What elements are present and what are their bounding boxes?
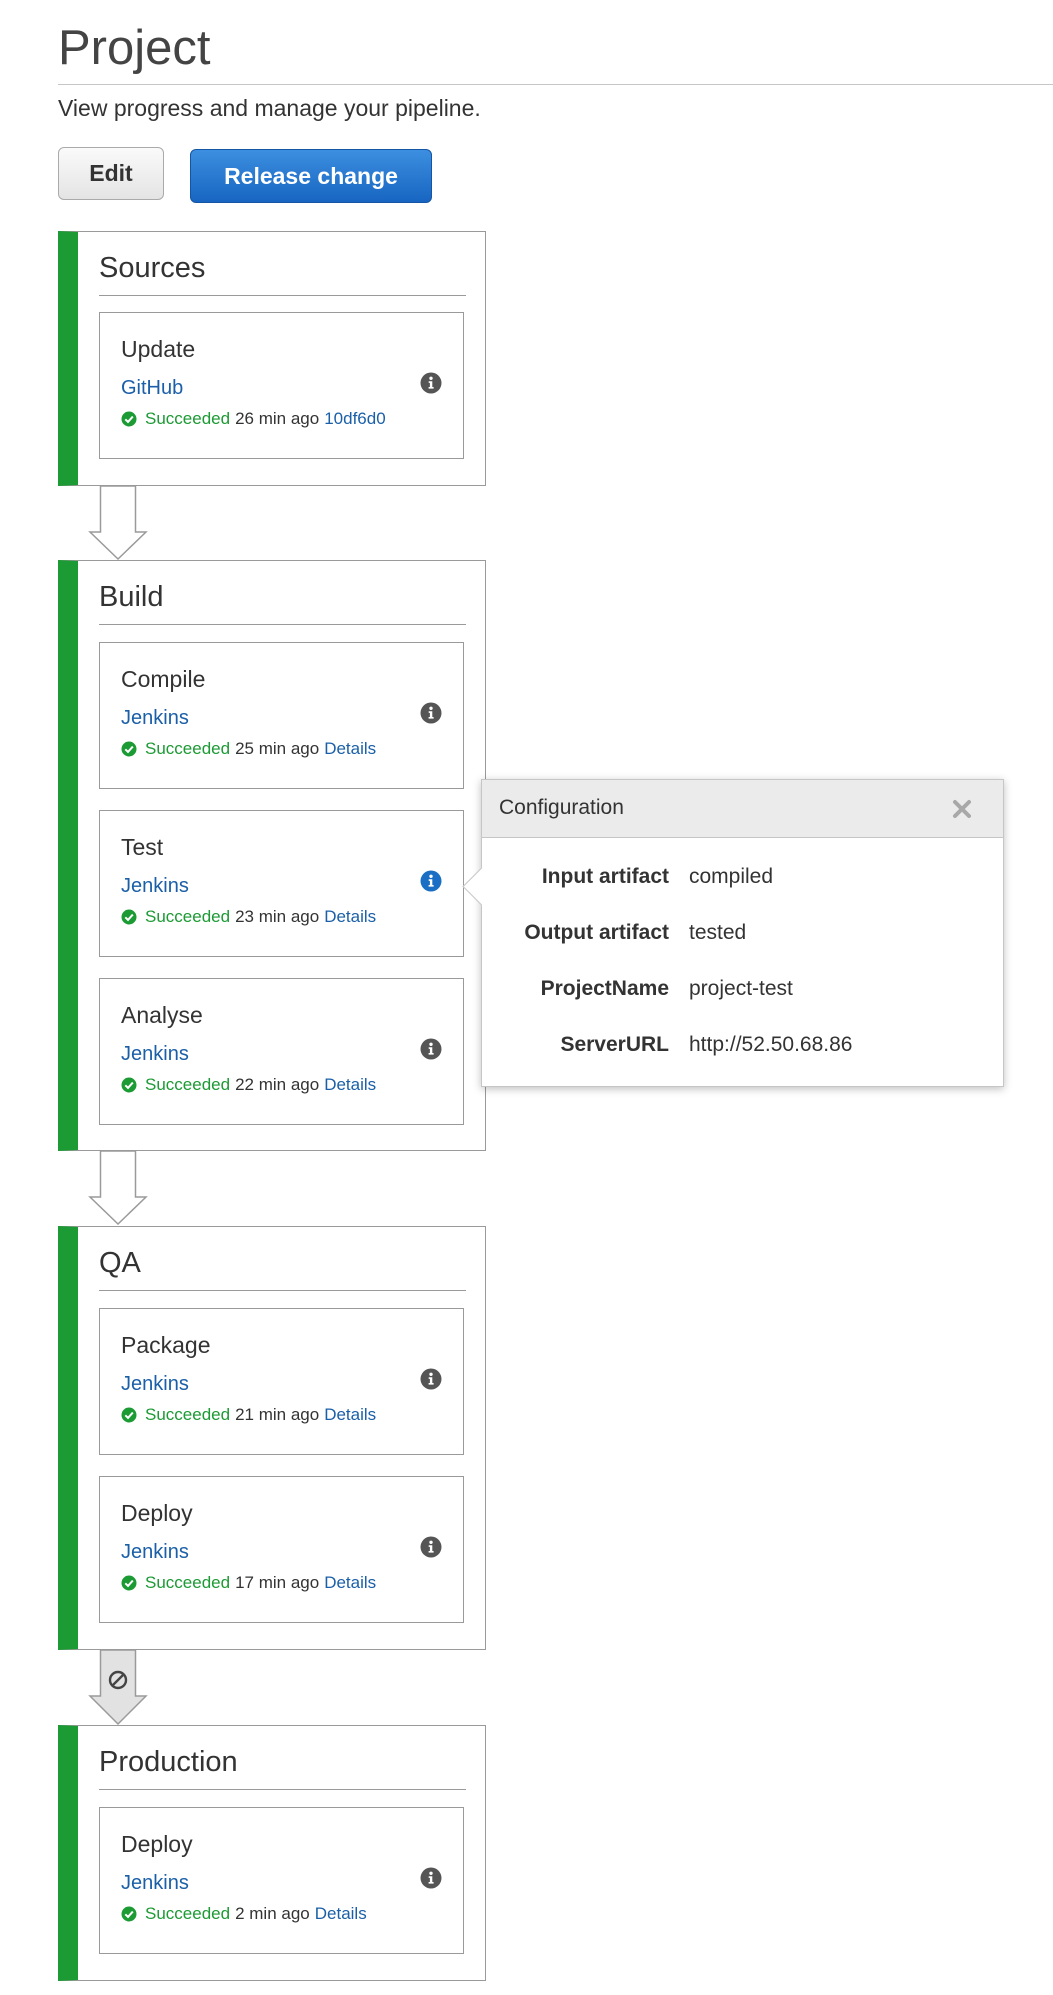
status-time: 26 min ago xyxy=(235,409,320,428)
action-name: Test xyxy=(121,834,164,860)
transition-arrow-disabled[interactable] xyxy=(88,1650,148,1726)
revision-link[interactable]: 10df6d0 xyxy=(324,409,385,429)
info-icon[interactable] xyxy=(420,1368,442,1390)
status-text: Succeeded xyxy=(145,907,231,926)
details-link[interactable]: Details xyxy=(324,739,376,759)
stage-divider xyxy=(99,1290,466,1291)
check-circle-icon xyxy=(121,1906,137,1922)
action-card-analyse: Analyse Jenkins Succeeded 22 min ago Det… xyxy=(99,978,464,1125)
check-circle-icon xyxy=(121,1407,137,1423)
config-value: tested xyxy=(689,921,747,944)
action-status: Succeeded 26 min ago 10df6d0 xyxy=(121,409,386,429)
stage-divider xyxy=(99,295,466,296)
action-card-deploy: Deploy Jenkins Succeeded 2 min ago Detai… xyxy=(99,1807,464,1954)
config-key: Output artifact xyxy=(524,921,669,944)
page-subtitle: View progress and manage your pipeline. xyxy=(58,95,481,121)
info-icon-active[interactable] xyxy=(420,870,442,892)
details-link[interactable]: Details xyxy=(324,1075,376,1095)
stage-title: QA xyxy=(99,1247,141,1279)
details-link[interactable]: Details xyxy=(315,1904,367,1924)
config-key: ProjectName xyxy=(540,977,669,1000)
action-name: Analyse xyxy=(121,1002,203,1028)
action-status: Succeeded 25 min ago Details xyxy=(121,739,376,759)
title-divider xyxy=(58,84,1053,85)
stage-title: Sources xyxy=(99,252,206,284)
config-row: ProjectName project-test xyxy=(482,977,1003,1007)
config-value: http://52.50.68.86 xyxy=(689,1033,853,1056)
provider-link[interactable]: Jenkins xyxy=(121,1872,189,1895)
stage-production: Production Deploy Jenkins Succeeded 2 mi… xyxy=(58,1725,486,1981)
page-title: Project xyxy=(58,21,211,75)
stage-divider xyxy=(99,1789,466,1790)
stage-qa: QA Package Jenkins Succeeded 21 min ago … xyxy=(58,1226,486,1650)
info-icon[interactable] xyxy=(420,1867,442,1889)
action-status: Succeeded 21 min ago Details xyxy=(121,1405,376,1425)
details-link[interactable]: Details xyxy=(324,1573,376,1593)
action-status: Succeeded 23 min ago Details xyxy=(121,907,376,927)
action-card-update: Update GitHub Succeeded 26 min ago 10df6… xyxy=(99,312,464,459)
info-icon[interactable] xyxy=(420,702,442,724)
popover-title: Configuration xyxy=(499,796,624,819)
configuration-popover: Configuration Input artifact compiled Ou… xyxy=(462,779,1004,1087)
action-card-compile: Compile Jenkins Succeeded 25 min ago Det… xyxy=(99,642,464,789)
stage-title: Production xyxy=(99,1746,238,1778)
transition-arrow[interactable] xyxy=(88,1151,148,1226)
action-status: Succeeded 2 min ago Details xyxy=(121,1904,367,1924)
action-name: Package xyxy=(121,1332,211,1358)
provider-link[interactable]: Jenkins xyxy=(121,875,189,898)
stage-build: Build Compile Jenkins Succeeded 25 min a… xyxy=(58,560,486,1151)
action-card-test: Test Jenkins Succeeded 23 min ago Detail… xyxy=(99,810,464,957)
config-row: Output artifact tested xyxy=(482,921,1003,951)
info-icon[interactable] xyxy=(420,1536,442,1558)
config-key: Input artifact xyxy=(541,865,669,888)
action-card-deploy: Deploy Jenkins Succeeded 17 min ago Deta… xyxy=(99,1476,464,1623)
check-circle-icon xyxy=(121,909,137,925)
config-row: Input artifact compiled xyxy=(482,865,1003,895)
check-circle-icon xyxy=(121,1575,137,1591)
details-link[interactable]: Details xyxy=(324,907,376,927)
stage-divider xyxy=(99,624,466,625)
config-row: ServerURL http://52.50.68.86 xyxy=(482,1033,1003,1063)
status-time: 17 min ago xyxy=(235,1573,320,1592)
info-icon[interactable] xyxy=(420,1038,442,1060)
provider-link[interactable]: Jenkins xyxy=(121,707,189,730)
status-text: Succeeded xyxy=(145,409,231,428)
popover-header: Configuration xyxy=(482,780,1003,838)
close-icon[interactable] xyxy=(951,798,973,820)
details-link[interactable]: Details xyxy=(324,1405,376,1425)
edit-button[interactable]: Edit xyxy=(58,147,164,200)
stage-sources: Sources Update GitHub Succeeded 26 min a… xyxy=(58,231,486,486)
provider-link[interactable]: Jenkins xyxy=(121,1043,189,1066)
status-text: Succeeded xyxy=(145,739,231,758)
action-status: Succeeded 22 min ago Details xyxy=(121,1075,376,1095)
release-change-button[interactable]: Release change xyxy=(190,149,432,203)
status-time: 23 min ago xyxy=(235,907,320,926)
check-circle-icon xyxy=(121,411,137,427)
action-name: Update xyxy=(121,336,196,362)
check-circle-icon xyxy=(121,1077,137,1093)
action-name: Deploy xyxy=(121,1831,193,1857)
status-text: Succeeded xyxy=(145,1405,231,1424)
action-name: Deploy xyxy=(121,1500,193,1526)
status-time: 2 min ago xyxy=(235,1904,310,1923)
config-value: project-test xyxy=(689,977,793,1000)
config-value: compiled xyxy=(689,865,774,888)
status-time: 22 min ago xyxy=(235,1075,320,1094)
action-name: Compile xyxy=(121,666,206,692)
provider-link[interactable]: Jenkins xyxy=(121,1541,189,1564)
status-time: 25 min ago xyxy=(235,739,320,758)
config-key: ServerURL xyxy=(560,1033,669,1056)
provider-link[interactable]: Jenkins xyxy=(121,1373,189,1396)
transition-arrow[interactable] xyxy=(88,486,148,561)
check-circle-icon xyxy=(121,741,137,757)
action-status: Succeeded 17 min ago Details xyxy=(121,1573,376,1593)
action-card-package: Package Jenkins Succeeded 21 min ago Det… xyxy=(99,1308,464,1455)
stage-title: Build xyxy=(99,581,164,613)
status-text: Succeeded xyxy=(145,1573,231,1592)
status-text: Succeeded xyxy=(145,1075,231,1094)
info-icon[interactable] xyxy=(420,372,442,394)
status-time: 21 min ago xyxy=(235,1405,320,1424)
provider-link[interactable]: GitHub xyxy=(121,377,183,400)
status-text: Succeeded xyxy=(145,1904,231,1923)
